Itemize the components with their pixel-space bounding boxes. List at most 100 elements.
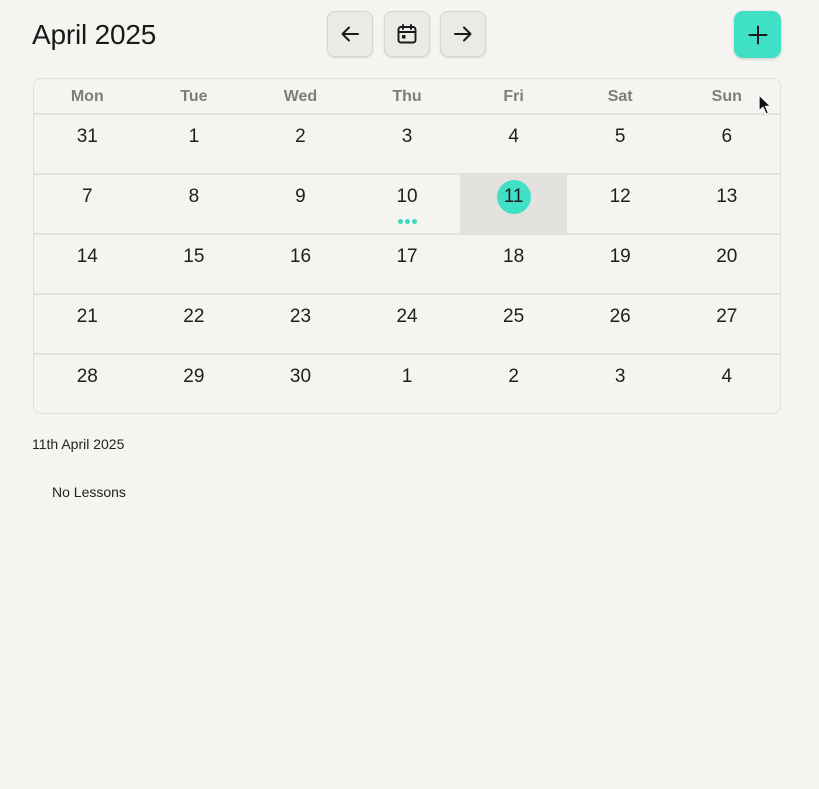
day-number: 24 <box>396 306 418 327</box>
day-cell[interactable]: 2 <box>247 115 354 173</box>
day-cell[interactable]: 23 <box>247 295 354 353</box>
calendar-week-row: 14 15 16 17 18 19 20 <box>34 235 780 295</box>
day-number: 7 <box>82 186 93 207</box>
day-cell[interactable]: 18 <box>460 235 567 293</box>
day-number: 21 <box>76 306 98 327</box>
calendar-week-row: 21 22 23 24 25 26 27 <box>34 295 780 355</box>
day-number: 13 <box>716 186 738 207</box>
day-number: 4 <box>721 366 733 387</box>
arrow-right-icon <box>454 26 472 42</box>
calendar-header: April 2025 <box>0 0 819 72</box>
day-number: 28 <box>76 366 98 387</box>
day-cell[interactable]: 24 <box>354 295 461 353</box>
day-number: 18 <box>503 246 525 267</box>
day-cell[interactable]: 9 <box>247 175 354 233</box>
day-number: 5 <box>614 126 626 147</box>
day-number: 10 <box>396 186 418 207</box>
day-cell[interactable]: 26 <box>567 295 674 353</box>
day-cell[interactable]: 7 <box>34 175 141 233</box>
next-month-button[interactable] <box>440 11 486 57</box>
day-number: 1 <box>188 126 200 147</box>
event-indicator-dots <box>354 219 461 224</box>
day-number: 1 <box>401 366 413 387</box>
day-cell[interactable]: 4 <box>460 115 567 173</box>
day-number: 2 <box>508 366 519 387</box>
month-title: April 2025 <box>32 19 157 50</box>
day-number: 20 <box>716 246 738 267</box>
day-cell[interactable]: 3 <box>354 115 461 173</box>
day-number: 9 <box>295 186 306 207</box>
day-cell[interactable]: 31 <box>34 115 141 173</box>
day-number: 8 <box>188 186 200 207</box>
day-number: 17 <box>396 246 418 267</box>
day-number: 6 <box>721 126 733 147</box>
day-cell[interactable]: 15 <box>141 235 248 293</box>
day-number: 27 <box>716 306 738 327</box>
selected-date-label: 11th April 2025 <box>32 436 125 452</box>
day-cell[interactable]: 19 <box>567 235 674 293</box>
day-cell[interactable]: 28 <box>34 355 141 413</box>
event-dot <box>411 219 417 224</box>
weekday-header-row: Mon Tue Wed Thu Fri Sat Sun <box>34 79 780 115</box>
calendar-week-row: 31 1 2 3 4 5 6 <box>34 115 780 175</box>
day-cell[interactable]: 2 <box>460 355 567 413</box>
day-cell[interactable]: 14 <box>34 235 141 293</box>
day-cell-selected[interactable]: 11 <box>460 175 567 233</box>
calendar-icon <box>397 24 417 44</box>
day-cell[interactable]: 27 <box>673 295 780 353</box>
calendar-week-row: 7 8 9 10 11 12 13 <box>34 175 780 235</box>
day-cell[interactable]: 4 <box>673 355 780 413</box>
weekday-label: Fri <box>503 88 524 105</box>
day-number: 2 <box>295 126 306 147</box>
day-number: 3 <box>401 126 413 147</box>
plus-icon <box>748 25 767 44</box>
previous-month-button[interactable] <box>327 11 373 57</box>
event-dot <box>397 219 403 224</box>
day-cell[interactable]: 1 <box>354 355 461 413</box>
day-cell[interactable]: 3 <box>567 355 674 413</box>
day-cell[interactable]: 29 <box>141 355 248 413</box>
day-cell[interactable]: 16 <box>247 235 354 293</box>
day-cell[interactable]: 8 <box>141 175 248 233</box>
month-calendar: Mon Tue Wed Thu Fri Sat Sun 31 1 2 3 4 5 6 7 8 9 10 11 12 1… <box>33 78 781 414</box>
mouse-cursor-icon <box>758 94 772 115</box>
day-cell[interactable]: 1 <box>141 115 248 173</box>
day-cell[interactable]: 22 <box>141 295 248 353</box>
weekday-label: Sat <box>607 88 633 105</box>
day-cell[interactable]: 21 <box>34 295 141 353</box>
day-number: 31 <box>76 126 98 147</box>
no-lessons-message: No Lessons <box>52 484 126 500</box>
day-number: 14 <box>76 246 98 267</box>
day-number: 3 <box>614 366 626 387</box>
calendar-week-row: 28 29 30 1 2 3 4 <box>34 355 780 413</box>
day-cell[interactable]: 20 <box>673 235 780 293</box>
add-lesson-button[interactable] <box>734 11 781 58</box>
day-number: 29 <box>183 366 205 387</box>
day-number: 23 <box>289 306 312 327</box>
weekday-label: Wed <box>283 88 318 105</box>
day-cell[interactable]: 10 <box>354 175 461 233</box>
arrow-left-icon <box>341 26 359 42</box>
day-number: 25 <box>503 306 525 327</box>
day-cell[interactable]: 13 <box>673 175 780 233</box>
day-number: 12 <box>609 186 631 207</box>
day-cell[interactable]: 12 <box>567 175 674 233</box>
day-cell[interactable]: 6 <box>673 115 780 173</box>
weekday-label: Mon <box>70 88 104 105</box>
day-number: 16 <box>289 246 312 267</box>
event-dot <box>404 219 410 224</box>
day-number: 30 <box>289 366 312 387</box>
day-number: 11 <box>496 180 531 214</box>
weekday-label: Tue <box>180 88 208 105</box>
day-cell[interactable]: 25 <box>460 295 567 353</box>
day-number: 4 <box>508 126 519 147</box>
today-button[interactable] <box>384 11 430 57</box>
calendar-weeks: 31 1 2 3 4 5 6 7 8 9 10 11 12 13 14 15 16 17 18 19 20 21 22 23 2… <box>34 115 780 413</box>
day-number: 26 <box>609 306 631 327</box>
day-number: 19 <box>609 246 631 267</box>
day-cell[interactable]: 5 <box>567 115 674 173</box>
day-cell[interactable]: 17 <box>354 235 461 293</box>
day-cell[interactable]: 30 <box>247 355 354 413</box>
day-number: 15 <box>183 246 205 267</box>
weekday-label: Thu <box>392 88 422 105</box>
